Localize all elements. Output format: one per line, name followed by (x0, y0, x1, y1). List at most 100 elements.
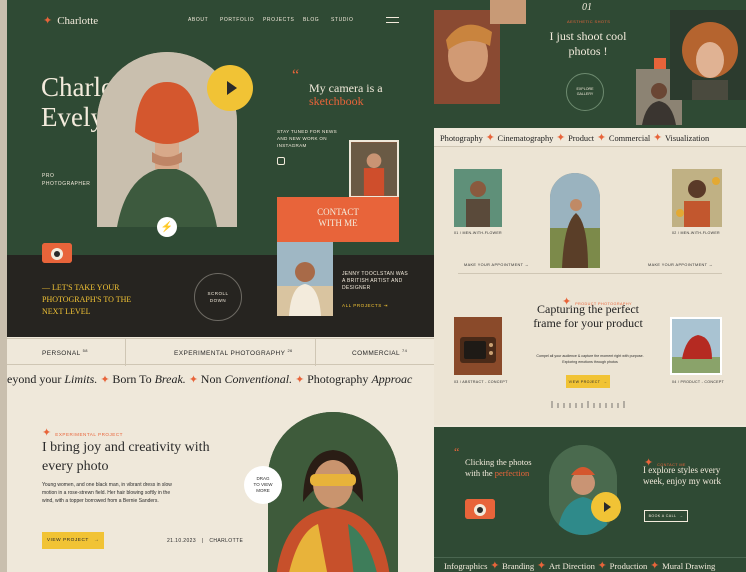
marquee-part-italic: Break. (154, 372, 186, 386)
marquee-part: Born To (112, 372, 155, 386)
play-icon (226, 81, 237, 95)
scroll-down-button[interactable]: SCROLL DOWN (194, 273, 242, 321)
category-label: PERSONAL (42, 350, 81, 358)
quote-icon: “ (292, 67, 300, 84)
category-personal[interactable]: PERSONAL 58 (42, 348, 88, 357)
nav-link-projects[interactable]: PROJECTS (263, 17, 294, 23)
category-commercial[interactable]: COMMERCIAL 74 (352, 348, 407, 357)
category-bar: PERSONAL 58 EXPERIMENTAL PHOTOGRAPHY 26 … (7, 338, 434, 366)
tag[interactable]: Infographics (444, 561, 487, 571)
nav-link-blog[interactable]: BLOG (303, 17, 319, 23)
gallery-photo (670, 10, 746, 100)
portfolio-caption: 01 / MEN-WITH-FLOWER (454, 231, 502, 235)
star-icon: ✦ (594, 560, 610, 572)
tag[interactable]: Cinematography (498, 134, 554, 143)
marquee-text: eyond your Limits. ✦ Born To Break. ✦ No… (7, 372, 412, 387)
experimental-portrait-image (268, 412, 398, 572)
section-number: 01 (582, 2, 592, 13)
tag[interactable]: Commercial (609, 134, 650, 143)
product-photo-tv[interactable] (454, 317, 502, 375)
divider (315, 339, 316, 366)
portfolio-card-photo[interactable] (672, 169, 722, 227)
star-icon: ✦ (43, 15, 53, 27)
lets-take-text: — LET'S TAKE YOUR PHOTOGRAPH'S TO THE NE… (42, 283, 132, 316)
gallery-photo (490, 0, 526, 24)
star-icon: ✦ (295, 374, 308, 386)
tag[interactable]: Photography (440, 134, 483, 143)
marquee-part-italic: Limits. (64, 372, 98, 386)
jenny-photo (277, 242, 333, 316)
product-caption: 04 / PRODUCT - CONCEPT (672, 380, 725, 384)
all-projects-link[interactable]: ALL PROJECTS ⇥ (342, 303, 388, 309)
contact-line-2: WITH ME (318, 218, 358, 228)
star-icon: ✦ (650, 132, 665, 144)
tag[interactable]: Visualization (665, 134, 709, 143)
explore-gallery-button[interactable]: EXPLORE GALLERY (566, 73, 604, 111)
tag[interactable]: Product (568, 134, 594, 143)
category-count: 26 (287, 348, 293, 353)
arrow-right-icon: → (93, 538, 100, 543)
portfolio-card-photo[interactable] (454, 169, 502, 227)
camera-icon (42, 243, 72, 263)
menu-icon[interactable] (386, 17, 399, 23)
gallery-photo (434, 10, 500, 104)
view-project-button[interactable]: VIEW PROJECT → (42, 532, 104, 549)
star-icon: ✦ (534, 560, 549, 572)
play-video-button[interactable] (207, 65, 253, 111)
slider-ticks[interactable] (550, 401, 630, 408)
contact-button[interactable]: CONTACT WITH ME (277, 197, 399, 242)
stay-tuned-text: STAY TUNED FOR NEWS AND NEW WORK ON INST… (277, 129, 337, 148)
bolt-icon[interactable]: ⚡ (157, 217, 177, 237)
nav-link-portfolio[interactable]: PORTFOLIO (220, 17, 254, 23)
marquee-part-italic: Approac (371, 372, 413, 386)
arrow-right-icon: → (679, 514, 684, 518)
contact-line-1: CONTACT (317, 207, 359, 217)
appointment-link[interactable]: MAKE YOUR APPOINTMENT → (464, 263, 529, 267)
nav-link-studio[interactable]: STUDIO (331, 17, 354, 23)
clicking-highlight: perfection (494, 468, 530, 478)
tag[interactable]: Mural Drawing (662, 561, 715, 571)
appointment-link[interactable]: MAKE YOUR APPOINTMENT → (648, 263, 713, 267)
scroll-line-1: SCROLL (207, 291, 229, 296)
left-panel: ✦ Charlotte ABOUT PORTFOLIO PROJECTS BLO… (7, 0, 434, 572)
capture-body: Compel all your audience & capture the m… (536, 354, 644, 364)
category-count: 74 (402, 348, 408, 353)
portfolio-caption: 02 / MEN-WITH-FLOWER (672, 231, 720, 235)
star-icon: ✦ (647, 560, 663, 572)
portfolio-section: 01 / MEN-WITH-FLOWER 02 / MEN-WITH-FLOWE… (434, 147, 746, 425)
tag[interactable]: Art Direction (549, 561, 595, 571)
experimental-label-text: EXPERIMENTAL PROJECT (55, 432, 123, 437)
arrow-right-icon: ⇥ (383, 303, 388, 308)
capture-title: Capturing the perfect frame for your pro… (533, 302, 643, 330)
tag[interactable]: Branding (502, 561, 534, 571)
experimental-title: I bring joy and creativity with every ph… (42, 440, 210, 474)
view-project-button[interactable]: VIEW PROJECT → (566, 375, 610, 388)
camera-quote-highlight: sketchbook (309, 94, 364, 108)
tag[interactable]: Production (610, 561, 648, 571)
category-experimental[interactable]: EXPERIMENTAL PHOTOGRAPHY 26 (174, 348, 293, 357)
aesthetic-label: AESTHETIC SHOTS (567, 19, 611, 24)
arrow-right-icon: → (603, 379, 608, 384)
right-panel: 01 AESTHETIC SHOTS I just shoot cool pho… (434, 0, 746, 572)
nav-link-about[interactable]: ABOUT (188, 17, 208, 23)
marquee-part: Non (200, 372, 225, 386)
explore-styles-text: I explore styles every week, enjoy my wo… (643, 465, 721, 486)
footer-tags-row: Infographics ✦ Branding ✦ Art Direction … (444, 559, 715, 572)
camera-quote: My camera is a sketchbook (309, 82, 383, 108)
marquee-part: eyond your (7, 372, 65, 386)
play-icon (603, 502, 611, 512)
scroll-line-2: DOWN (209, 298, 227, 303)
shoot-title: I just shoot cool photos ! (549, 29, 627, 58)
quote-icon: “ (454, 445, 460, 459)
book-call-label: BOOK A CALL (648, 514, 677, 518)
instagram-icon[interactable] (277, 157, 285, 165)
hero-section: ✦ Charlotte ABOUT PORTFOLIO PROJECTS BLO… (7, 0, 434, 255)
hero-subtitle: PRO PHOTOGRAPHER (42, 172, 92, 188)
footer-tags: Infographics ✦ Branding ✦ Art Direction … (434, 557, 746, 572)
clicking-text: Clicking the photos with the perfection (465, 457, 541, 479)
book-call-button[interactable]: BOOK A CALL → (644, 510, 688, 522)
play-video-button[interactable] (591, 492, 621, 522)
site-logo[interactable]: ✦ Charlotte (43, 14, 98, 28)
drag-to-view-badge[interactable]: DRAG TO VIEW MORE (244, 466, 282, 504)
product-photo-sculpture[interactable] (670, 317, 722, 375)
